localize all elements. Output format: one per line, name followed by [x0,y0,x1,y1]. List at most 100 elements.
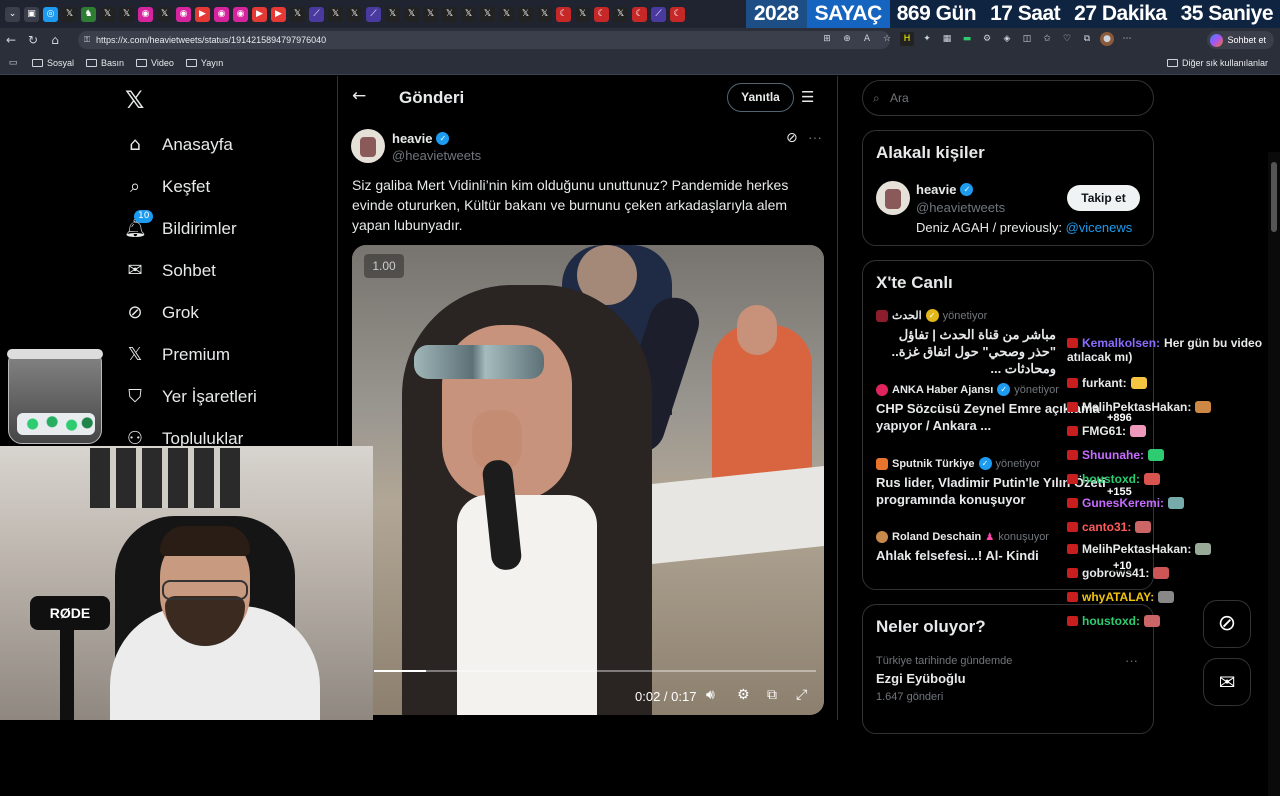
tab-favicon[interactable]: ☾ [670,6,685,22]
tab-favicon[interactable]: 𝕏 [119,6,134,22]
sidebar-item-bookmarks[interactable]: ⛉ Yer İşaretleri [124,386,257,408]
volume-icon[interactable]: 🔊︎ [706,687,715,703]
reply-button[interactable]: Yanıtla [727,83,794,112]
fullscreen-icon[interactable]: ⤢ [796,687,807,703]
sidebar-item-home[interactable]: ⌂ Anasayfa [124,134,233,156]
tab-strip[interactable]: ⌄ ▣ ◎ 𝕏 ♞ 𝕏 𝕏 ◉ 𝕏 ◉ ▶ ◉ ◉ ▶ ▶ 𝕏 ⟋ 𝕏 𝕏 ⟋ … [0,0,686,28]
site-info-icon[interactable]: ⚿ [84,31,90,49]
related-handle[interactable]: @heavietweets [916,200,1005,215]
author-name[interactable]: heavie ✓ [392,131,450,146]
extension-icon[interactable]: H [900,32,914,46]
extension-icon[interactable]: ✦ [920,32,934,46]
tab-favicon[interactable]: 𝕏 [423,6,438,22]
zoom-icon[interactable]: ⊕ [840,32,854,46]
split-screen-icon[interactable]: ◫ [1020,32,1034,46]
copilot-button[interactable]: Sohbet et [1207,31,1274,49]
tab-favicon[interactable]: 𝕏 [461,6,476,22]
sidebar-item-explore[interactable]: ⌕ Keşfet [124,176,210,198]
tab-favicon[interactable]: ⟋ [366,6,381,22]
bookmarks-menu-icon[interactable]: ▭ [6,56,20,70]
tab-favicon[interactable]: ☾ [556,6,571,22]
tab-favicon[interactable]: ◉ [138,6,153,22]
sidebar-item-premium[interactable]: 𝕏 Premium [124,344,230,366]
author-avatar[interactable] [351,129,385,163]
tab-favicon[interactable]: ⟋ [309,6,324,22]
search-input[interactable]: ⌕ Ara [862,80,1154,116]
more-menu-icon[interactable]: ⋯ [1120,32,1134,46]
more-options-icon[interactable]: ··· [808,129,822,145]
tab-menu-icon[interactable]: ⌄ [5,6,20,22]
trend-more-icon[interactable]: ··· [1125,653,1138,668]
profile-avatar-icon[interactable]: ● [1100,32,1114,46]
settings-gear-icon[interactable]: ⚙ [737,687,750,703]
sidebar-item-notifications[interactable]: 🔔︎ 10 Bildirimler [124,210,237,240]
pip-icon[interactable]: ⧉ [767,687,777,703]
favorites-icon[interactable]: ✩ [1040,32,1054,46]
url-field[interactable]: ⚿ https://x.com/heavietweets/status/1914… [78,31,890,49]
bookmark-folder[interactable]: Video [136,58,174,68]
tab-favicon[interactable]: ☾ [594,6,609,22]
tab-favicon[interactable]: ◎ [43,6,58,22]
related-avatar[interactable] [876,181,910,215]
scrollbar-thumb[interactable] [1271,162,1277,232]
bookmark-folder[interactable]: Sosyal [32,58,74,68]
health-icon[interactable]: ♡ [1060,32,1074,46]
tab-favicon[interactable]: ⟋ [651,6,666,22]
tab-workspace-icon[interactable]: ▣ [24,6,39,22]
extension-icon[interactable]: ◈ [1000,32,1014,46]
extension-icon[interactable]: ⚙ [980,32,994,46]
tab-favicon[interactable]: 𝕏 [385,6,400,22]
reload-icon[interactable]: ↻ [22,33,44,47]
read-aloud-icon[interactable]: A [860,32,874,46]
chat-badge-icon [1067,498,1078,508]
back-nav-icon[interactable]: ← [0,33,22,47]
tab-favicon[interactable]: 𝕏 [62,6,77,22]
home-nav-icon[interactable]: ⌂ [44,33,66,47]
collections-icon[interactable]: ⧉ [1080,32,1094,46]
follow-button[interactable]: Takip et [1067,185,1140,211]
back-arrow-icon[interactable]: ← [352,86,366,106]
tab-favicon[interactable]: ◉ [214,6,229,22]
related-name[interactable]: heavie ✓ [916,182,974,197]
grok-explain-icon[interactable]: ⊘ [786,130,798,146]
bio-link[interactable]: @vicenews [1066,220,1133,235]
settings-sliders-icon[interactable]: ☰ [801,88,814,106]
extension-icon[interactable]: ▦ [940,32,954,46]
tab-favicon[interactable]: ▶ [195,6,210,22]
video-player[interactable]: 1.00 0:02 / 0:17 🔊︎ ⚙ ⧉ ⤢ [352,245,824,715]
video-progress-bar[interactable] [374,670,816,672]
tab-favicon[interactable]: ♞ [81,6,96,22]
tab-favicon[interactable]: 𝕏 [499,6,514,22]
tab-favicon[interactable]: ◉ [176,6,191,22]
tab-favicon[interactable]: 𝕏 [613,6,628,22]
messages-fab-icon[interactable]: ✉ [1203,658,1251,706]
tab-favicon[interactable]: 𝕏 [100,6,115,22]
x-logo-icon[interactable]: 𝕏 [125,86,144,114]
trend-name[interactable]: Ezgi Eyüboğlu [876,671,966,686]
grok-fab-icon[interactable]: ⊘ [1203,600,1251,648]
bookmark-folder[interactable]: Basın [86,58,124,68]
playback-speed[interactable]: 1.00 [364,254,404,278]
tab-favicon[interactable]: 𝕏 [442,6,457,22]
tab-favicon[interactable]: 𝕏 [290,6,305,22]
sidebar-item-grok[interactable]: ⊘ Grok [124,302,198,324]
bookmark-folder[interactable]: Yayın [185,58,223,68]
tab-favicon[interactable]: 𝕏 [404,6,419,22]
tab-search-icon[interactable]: ⊞ [820,32,834,46]
tab-favicon[interactable]: ▶ [252,6,267,22]
tab-favicon[interactable]: ▶ [271,6,286,22]
tab-favicon[interactable]: 𝕏 [328,6,343,22]
sidebar-item-messages[interactable]: ✉ Sohbet [124,260,215,282]
tab-favicon[interactable]: 𝕏 [347,6,362,22]
extension-icon[interactable]: ▬ [960,32,974,46]
tab-favicon[interactable]: 𝕏 [157,6,172,22]
tab-favicon[interactable]: 𝕏 [537,6,552,22]
tab-favicon[interactable]: 𝕏 [480,6,495,22]
tab-favicon[interactable]: 𝕏 [575,6,590,22]
other-bookmarks[interactable]: Diğer sık kullanılanlar [1166,58,1268,68]
tab-favicon[interactable]: ☾ [632,6,647,22]
tab-favicon[interactable]: 𝕏 [518,6,533,22]
tab-favicon[interactable]: ◉ [233,6,248,22]
favorite-star-icon[interactable]: ☆ [880,32,894,46]
author-handle[interactable]: @heavietweets [392,148,481,163]
